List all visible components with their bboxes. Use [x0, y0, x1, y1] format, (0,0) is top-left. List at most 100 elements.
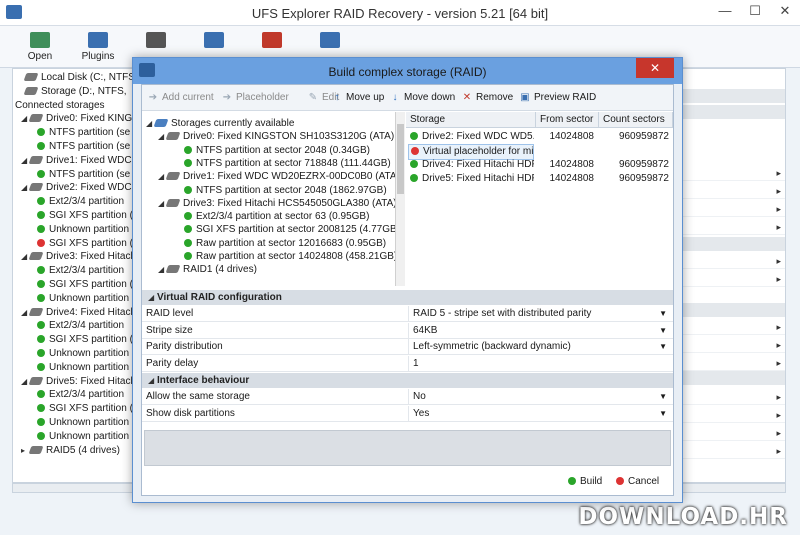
dropdown-arrow-icon[interactable]: ▼	[659, 389, 667, 405]
column-header[interactable]: Storage	[406, 112, 536, 128]
dropdown-arrow-icon[interactable]: ▼	[659, 323, 667, 339]
tree-item[interactable]: ◢ Drive2: Fixed WDC	[21, 181, 132, 194]
tree-item[interactable]: ◢ Drive5: Fixed Hitach	[21, 375, 136, 388]
property-value[interactable]: 1	[408, 355, 666, 372]
raid-member-row[interactable]: Drive2: Fixed WDC WD5... 14024808 96095987…	[406, 130, 673, 144]
info-row[interactable]: ▸	[677, 273, 785, 287]
raid-member-row[interactable]: Drive4: Fixed Hitachi HDP... 14024808 9609…	[406, 158, 673, 172]
info-row[interactable]: ▸	[677, 409, 785, 423]
storage-tree-item[interactable]: NTFS partition at sector 2048 (0.34GB)	[184, 144, 370, 157]
info-row[interactable]: ▸	[677, 203, 785, 217]
tree-item[interactable]: Unknown partition	[37, 223, 129, 236]
tree-item[interactable]: NTFS partition (se	[37, 140, 130, 153]
info-row[interactable]: ▸	[677, 167, 785, 181]
chevron-right-icon[interactable]: ▸	[776, 168, 781, 179]
tree-item[interactable]: ◢ Drive1: Fixed WDC	[21, 154, 132, 167]
tree-item[interactable]: Unknown partition	[37, 347, 129, 360]
storage-tree-item[interactable]: ◢ Drive0: Fixed KINGSTON SH103S3120G (ATA…	[158, 130, 394, 143]
storage-tree-item[interactable]: ◢ Drive3: Fixed Hitachi HCS545050GLA380 (…	[158, 197, 397, 210]
storage-tree-panel[interactable]: Local Disk (C:, NTFS, Storage (D:, NTFS, C…	[12, 68, 142, 483]
property-row[interactable]: Allow the same storage No ▼	[142, 389, 673, 405]
dialog-close-button[interactable]: ✕	[636, 58, 674, 78]
tree-item[interactable]: Unknown partition	[37, 430, 129, 443]
tree-item[interactable]: Unknown partition	[37, 292, 129, 305]
property-value[interactable]: Left-symmetric (backward dynamic)	[408, 339, 666, 355]
storage-tree-item[interactable]: ◢ RAID1 (4 drives)	[158, 263, 257, 276]
tree-item[interactable]: Ext2/3/4 partition	[37, 195, 124, 208]
info-row[interactable]: ▸	[677, 185, 785, 199]
available-storages-tree[interactable]: ◢ Storages currently available ◢ Drive0: Fi…	[142, 112, 404, 286]
dialog-toolbar-preview-raid-button[interactable]: ▣ Preview RAID	[520, 92, 596, 103]
property-value[interactable]: No	[408, 389, 666, 405]
close-button[interactable]: ✕	[770, 0, 800, 22]
property-value[interactable]: 64KB	[408, 322, 666, 339]
storage-tree-item[interactable]: NTFS partition at sector 2048 (1862.97GB…	[184, 184, 387, 197]
tree-item[interactable]: ◢ Drive0: Fixed KINGS	[21, 112, 139, 125]
tree-item[interactable]: ▸ RAID5 (4 drives)	[21, 444, 120, 457]
info-row[interactable]: ▸	[677, 221, 785, 235]
tree-item[interactable]: SGI XFS partition (	[37, 402, 133, 415]
chevron-right-icon[interactable]: ▸	[776, 428, 781, 439]
tree-item[interactable]: ◢ Drive4: Fixed Hitach	[21, 306, 136, 319]
scrollbar-thumb[interactable]	[397, 124, 404, 194]
dialog-toolbar-placeholder-button[interactable]: ➔ Placeholder	[222, 92, 289, 103]
tree-item[interactable]: Ext2/3/4 partition	[37, 388, 124, 401]
tree-item[interactable]: NTFS partition (se	[37, 126, 130, 139]
dropdown-arrow-icon[interactable]: ▼	[659, 339, 667, 355]
dropdown-arrow-icon[interactable]: ▼	[659, 406, 667, 422]
info-row[interactable]: ▸	[677, 255, 785, 269]
chevron-right-icon[interactable]: ▸	[776, 256, 781, 267]
tree-item[interactable]: Local Disk (C:, NTFS,	[23, 71, 138, 84]
storage-tree-item[interactable]: ◢ Drive1: Fixed WDC WD20EZRX-00DC0B0 (ATA…	[158, 170, 400, 183]
toolbar-button[interactable]: Open	[12, 30, 68, 66]
minimize-button[interactable]: —	[710, 0, 740, 22]
chevron-right-icon[interactable]: ▸	[776, 204, 781, 215]
collapse-arrow-icon[interactable]: ◢	[148, 290, 157, 305]
storage-tree-item[interactable]: Ext2/3/4 partition at sector 63 (0.95GB)	[184, 210, 369, 223]
storage-tree-item[interactable]: Raw partition at sector 14024808 (458.21…	[184, 250, 397, 263]
dialog-toolbar-move-up-button[interactable]: ↑ Move up	[332, 92, 385, 103]
chevron-right-icon[interactable]: ▸	[776, 186, 781, 197]
maximize-button[interactable]: ☐	[740, 0, 770, 22]
property-row[interactable]: RAID level RAID 5 - stripe set with distr…	[142, 306, 673, 322]
property-value[interactable]: Yes	[408, 405, 666, 422]
tree-scrollbar[interactable]	[395, 112, 405, 286]
raid-member-row[interactable]: Virtual placeholder for mi...	[406, 144, 673, 160]
storage-tree-item[interactable]: Raw partition at sector 12016683 (0.95GB…	[184, 237, 386, 250]
tree-item[interactable]: SGI XFS partition (	[37, 237, 133, 250]
section-header[interactable]: ◢ Virtual RAID configuration	[142, 290, 673, 305]
tree-item[interactable]: SGI XFS partition (	[37, 278, 133, 291]
info-row[interactable]: ▸	[677, 339, 785, 353]
dialog-toolbar-remove-button[interactable]: ✕ Remove	[462, 92, 513, 103]
chevron-right-icon[interactable]: ▸	[776, 222, 781, 233]
property-row[interactable]: Show disk partitions Yes ▼	[142, 405, 673, 422]
chevron-right-icon[interactable]: ▸	[776, 392, 781, 403]
property-row[interactable]: Stripe size 64KB ▼	[142, 322, 673, 339]
raid-member-row[interactable]: Drive5: Fixed Hitachi HDP... 14024808 9609…	[406, 172, 673, 186]
info-row[interactable]: ▸	[677, 321, 785, 335]
info-row[interactable]: ▸	[677, 445, 785, 459]
tree-item[interactable]: Ext2/3/4 partition	[37, 264, 124, 277]
dropdown-arrow-icon[interactable]: ▼	[659, 306, 667, 322]
tree-item[interactable]: Unknown partition	[37, 416, 129, 429]
tree-item[interactable]: Connected storages	[15, 99, 105, 112]
cancel-button[interactable]: Cancel	[616, 476, 659, 487]
storage-tree-item[interactable]: NTFS partition at sector 718848 (111.44G…	[184, 157, 391, 170]
tree-item[interactable]: Ext2/3/4 partition	[37, 319, 124, 332]
chevron-right-icon[interactable]: ▸	[776, 340, 781, 351]
tree-item[interactable]: Unknown partition	[37, 361, 129, 374]
toolbar-button[interactable]: Plugins	[70, 30, 126, 66]
column-header[interactable]: From sector	[536, 112, 599, 128]
info-row[interactable]: ▸	[677, 357, 785, 371]
tree-item[interactable]: SGI XFS partition (	[37, 209, 133, 222]
info-row[interactable]: ▸	[677, 391, 785, 405]
column-header[interactable]: Count sectors	[599, 112, 673, 128]
collapse-arrow-icon[interactable]: ◢	[148, 373, 157, 388]
tree-item[interactable]: SGI XFS partition (	[37, 333, 133, 346]
chevron-right-icon[interactable]: ▸	[776, 322, 781, 333]
property-value[interactable]: RAID 5 - stripe set with distributed par…	[408, 306, 666, 322]
storage-tree-item[interactable]: ◢ Storages currently available	[146, 117, 294, 130]
tree-item[interactable]: Storage (D:, NTFS,	[23, 85, 127, 98]
storage-tree-item[interactable]: SGI XFS partition at sector 2008125 (4.7…	[184, 223, 400, 236]
build-button[interactable]: Build	[568, 476, 602, 487]
